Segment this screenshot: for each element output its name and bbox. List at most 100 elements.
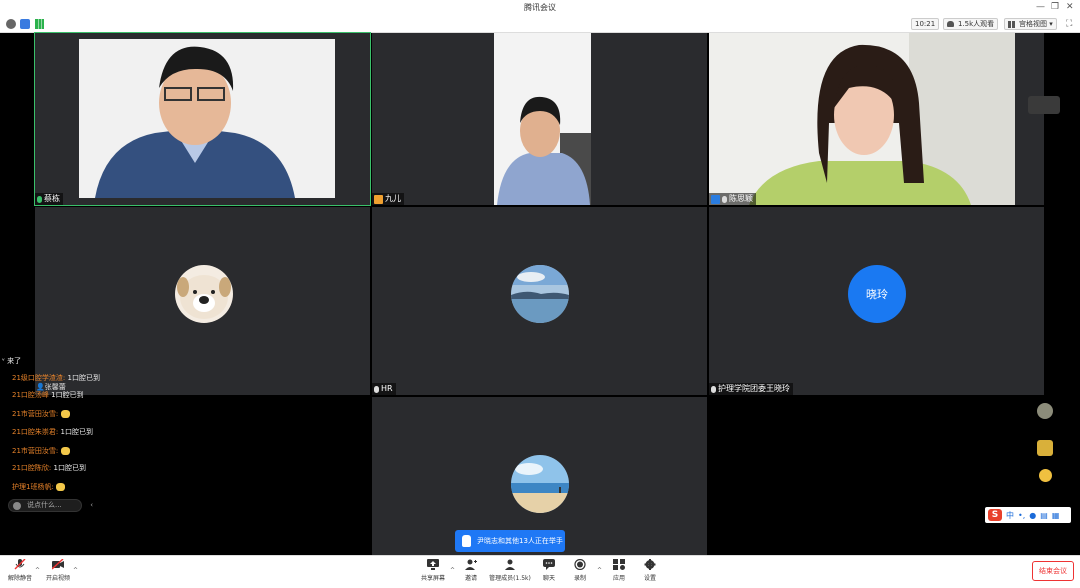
emoji-face-icon[interactable] — [1037, 403, 1053, 419]
user-badge-icon — [711, 194, 720, 204]
manage-members-label: 管理成员(1.5k) — [489, 575, 531, 582]
invite-user-icon — [465, 559, 477, 570]
start-video-button[interactable]: 开启视频 — [40, 559, 76, 587]
participant-video — [35, 33, 370, 205]
raise-hand-text: 尹晓志和其他13人正在举手 — [477, 537, 563, 545]
people-icon — [947, 21, 954, 27]
participant-avatar — [511, 455, 569, 513]
close-icon[interactable]: ✕ — [1066, 1, 1074, 13]
minimize-icon[interactable]: — — [1036, 1, 1045, 13]
end-meeting-button[interactable]: 结束会议 — [1032, 561, 1074, 581]
mic-muted-icon — [14, 559, 26, 570]
mic-icon — [374, 385, 379, 393]
participants-count[interactable]: 1.5k人观看 — [943, 18, 999, 30]
record-label: 录制 — [573, 575, 586, 582]
mic-icon — [711, 385, 716, 393]
chat-bubble-icon — [543, 559, 555, 570]
info-icon[interactable] — [6, 19, 16, 29]
share-screen-button[interactable]: 共享屏幕 — [415, 559, 451, 587]
members-icon — [505, 559, 515, 570]
participant-avatar: 晓玲 — [848, 265, 906, 323]
settings-label: 设置 — [643, 575, 656, 582]
participant-video — [372, 33, 707, 205]
manage-members-button[interactable]: 管理成员(1.5k) — [487, 559, 533, 587]
title-bar: 腾讯会议 — ❐ ✕ — [0, 0, 1080, 16]
participants-label: 1.5k人观看 — [958, 20, 995, 28]
keyboard-icon: ▤ — [1040, 510, 1048, 520]
invite-label: 邀请 — [464, 575, 477, 582]
share-screen-label: 共享屏幕 — [420, 575, 445, 582]
chat-message: 21市营田汝雪: — [12, 409, 70, 419]
video-tile-1[interactable]: 蔡栋 — [34, 32, 371, 206]
chat-input-placeholder: 说点什么... — [27, 501, 62, 509]
unmute-label: 解除静音 — [7, 575, 32, 582]
ime-mode-label: 中 — [1006, 510, 1014, 520]
camera-off-icon — [52, 559, 64, 570]
participant-name: 九儿 — [385, 194, 401, 203]
chat-message: 21口腔汤峰 1口腔已到 — [12, 391, 84, 399]
security-shield-icon[interactable] — [20, 19, 30, 29]
thumbs-up-icon[interactable] — [1037, 440, 1053, 456]
raise-hand-toast[interactable]: 尹晓志和其他13人正在举手 — [455, 530, 565, 552]
chat-message: 护理1班杨帆: — [12, 482, 66, 492]
host-badge-icon — [374, 194, 383, 204]
chat-message: 21口腔朱崇君: 1口腔已到 — [12, 428, 93, 436]
participant-name: 蔡栋 — [44, 194, 60, 203]
view-mode-button[interactable]: 宫格视图 ▾ — [1004, 18, 1057, 30]
participant-name: 护理学院团委王晓玲 — [718, 384, 790, 393]
side-collapse-icon[interactable] — [1028, 96, 1060, 114]
chat-message: 21市营田汝雪: — [12, 446, 70, 456]
participant-name: 陈思颖 — [729, 194, 753, 203]
video-tile-3[interactable]: 陈思颖 — [709, 33, 1044, 205]
video-options-chevron-icon[interactable]: ^ — [73, 567, 78, 574]
participant-name-tag: HR — [372, 383, 396, 395]
video-tile-6[interactable]: 晓玲 护理学院团委王晓玲 — [709, 207, 1044, 395]
participant-avatar — [511, 265, 569, 323]
participant-name-tag: 九儿 — [372, 193, 404, 205]
grid-icon — [1008, 21, 1015, 28]
participant-name-tag: 陈思颖 — [709, 193, 756, 205]
start-video-label: 开启视频 — [45, 575, 70, 582]
clap-emoji-icon — [60, 410, 70, 418]
meeting-window: 腾讯会议 — ❐ ✕ 10:21 1.5k人观看 宫格视图 ▾ ⛶ 蔡栋 九儿 … — [0, 0, 1080, 588]
raised-hand-icon — [462, 535, 471, 547]
sogou-s-icon: S — [988, 509, 1002, 521]
gear-icon — [644, 559, 656, 570]
signal-icon — [35, 19, 44, 29]
mic-speaking-icon — [37, 195, 42, 203]
chat-partial: ᵛ 来了 — [2, 357, 22, 365]
participant-name-tag: 蔡栋 — [35, 193, 63, 205]
unmute-button[interactable]: 解除静音 — [2, 559, 38, 587]
punctuation-icon: •, — [1018, 510, 1026, 520]
fullscreen-icon[interactable]: ⛶ — [1066, 18, 1072, 30]
restore-icon[interactable]: ❐ — [1051, 1, 1059, 13]
grid-menu-icon: ▦ — [1051, 510, 1060, 520]
clap-icon[interactable] — [1039, 469, 1052, 482]
participant-name: HR — [381, 384, 393, 393]
participant-video — [709, 33, 1044, 205]
meeting-timer: 10:21 — [911, 18, 940, 30]
participant-name-tag: 护理学院团委王晓玲 — [709, 383, 793, 395]
chat-input[interactable]: 说点什么... ‹ — [8, 499, 93, 512]
chat-message: 21口腔陈欣: 1口腔已到 — [12, 464, 86, 472]
emoji-icon[interactable] — [13, 502, 21, 510]
video-tile-5[interactable]: HR — [372, 207, 707, 395]
apps-grid-icon — [613, 559, 625, 570]
view-mode-label: 宫格视图 — [1019, 20, 1047, 28]
window-title: 腾讯会议 — [524, 3, 556, 12]
video-tile-2[interactable]: 九儿 — [372, 33, 707, 205]
record-icon — [574, 559, 586, 570]
record-button[interactable]: 录制 — [562, 559, 598, 587]
ime-toolbar[interactable]: S 中 •, ● ▤ ▦ — [985, 507, 1071, 523]
participant-avatar — [175, 265, 233, 323]
video-grid: 蔡栋 九儿 陈思颖 HR 晓玲 护理学院团委王晓玲 — [0, 32, 1080, 555]
invite-button[interactable]: 邀请 — [453, 559, 489, 587]
settings-button[interactable]: 设置 — [632, 559, 668, 587]
clap-emoji-icon — [56, 483, 66, 491]
mic-icon: ● — [1029, 510, 1037, 520]
clap-emoji-icon — [60, 447, 70, 455]
mic-icon — [722, 195, 727, 203]
share-screen-icon — [427, 559, 439, 570]
collapse-chevron-icon[interactable]: ‹ — [90, 500, 93, 511]
video-tile-4[interactable] — [35, 207, 370, 395]
